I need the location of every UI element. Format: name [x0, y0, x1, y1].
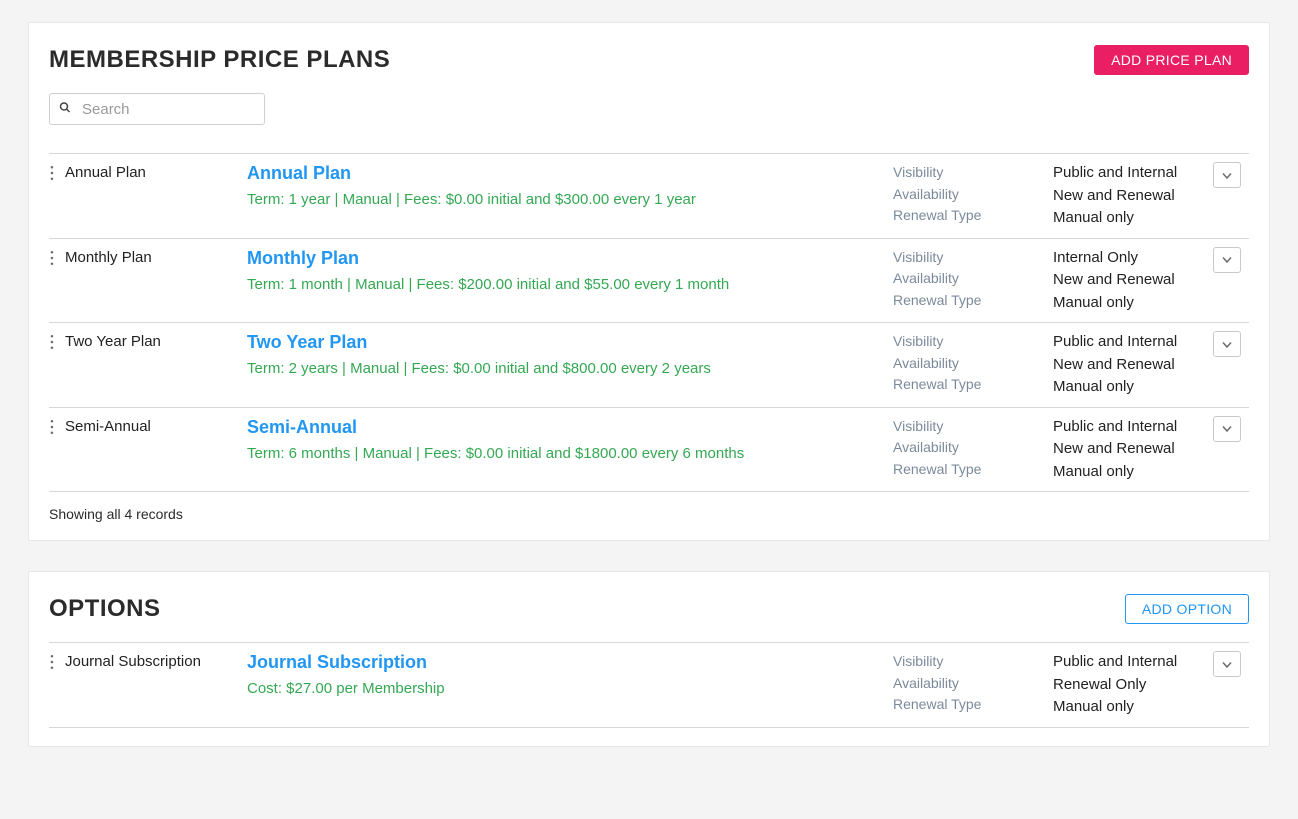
row-values: Public and InternalNew and RenewalManual…	[1053, 331, 1213, 399]
label-availability: Availability	[893, 268, 1053, 290]
list-item: Two Year PlanTwo Year PlanTerm: 2 years …	[49, 322, 1249, 407]
label-renewal: Renewal Type	[893, 694, 1053, 716]
drag-handle-icon[interactable]	[49, 416, 65, 435]
row-link-title[interactable]: Journal Subscription	[247, 651, 427, 674]
panel-title: OPTIONS	[49, 595, 161, 623]
records-count: Showing all 4 records	[49, 506, 1249, 522]
label-renewal: Renewal Type	[893, 459, 1053, 481]
value-availability: New and Renewal	[1053, 354, 1213, 377]
row-actions	[1213, 416, 1249, 442]
drag-handle-icon[interactable]	[49, 247, 65, 266]
row-labels: VisibilityAvailabilityRenewal Type	[893, 651, 1053, 716]
row-labels: VisibilityAvailabilityRenewal Type	[893, 416, 1053, 481]
row-subtitle: Term: 1 year | Manual | Fees: $0.00 init…	[247, 191, 696, 208]
label-visibility: Visibility	[893, 416, 1053, 438]
row-values: Public and InternalNew and RenewalManual…	[1053, 416, 1213, 484]
chevron-down-icon	[1222, 251, 1232, 268]
row-actions	[1213, 247, 1249, 273]
label-visibility: Visibility	[893, 247, 1053, 269]
row-subtitle: Term: 2 years | Manual | Fees: $0.00 ini…	[247, 360, 711, 377]
list-item: Annual PlanAnnual PlanTerm: 1 year | Man…	[49, 153, 1249, 238]
add-option-button[interactable]: ADD OPTION	[1125, 594, 1249, 624]
list-item: Journal SubscriptionJournal Subscription…	[49, 642, 1249, 728]
row-link-title[interactable]: Semi-Annual	[247, 416, 357, 439]
label-availability: Availability	[893, 184, 1053, 206]
value-renewal: Manual only	[1053, 461, 1213, 484]
label-availability: Availability	[893, 353, 1053, 375]
value-renewal: Manual only	[1053, 376, 1213, 399]
label-renewal: Renewal Type	[893, 205, 1053, 227]
row-main: Annual Plan Term: 1 year | Manual | Fees:…	[247, 162, 893, 210]
row-actions-dropdown[interactable]	[1213, 162, 1241, 188]
row-link-title[interactable]: Annual Plan	[247, 162, 351, 185]
value-renewal: Manual only	[1053, 696, 1213, 719]
row-link-title[interactable]: Two Year Plan	[247, 331, 367, 354]
label-renewal: Renewal Type	[893, 290, 1053, 312]
value-renewal: Manual only	[1053, 207, 1213, 230]
row-actions-dropdown[interactable]	[1213, 651, 1241, 677]
row-main: Semi-Annual Term: 6 months | Manual | Fee…	[247, 416, 893, 464]
row-actions-dropdown[interactable]	[1213, 416, 1241, 442]
row-values: Public and InternalNew and RenewalManual…	[1053, 162, 1213, 230]
value-availability: Renewal Only	[1053, 674, 1213, 697]
row-actions	[1213, 162, 1249, 188]
drag-handle-icon[interactable]	[49, 162, 65, 181]
chevron-down-icon	[1222, 656, 1232, 673]
panel-header: MEMBERSHIP PRICE PLANS ADD PRICE PLAN	[49, 23, 1249, 75]
label-availability: Availability	[893, 437, 1053, 459]
label-availability: Availability	[893, 673, 1053, 695]
panel-header: OPTIONS ADD OPTION	[49, 572, 1249, 624]
row-values: Internal OnlyNew and RenewalManual only	[1053, 247, 1213, 315]
row-name: Journal Subscription	[65, 651, 247, 670]
label-visibility: Visibility	[893, 651, 1053, 673]
row-subtitle: Term: 6 months | Manual | Fees: $0.00 in…	[247, 445, 744, 462]
row-name: Two Year Plan	[65, 331, 247, 350]
row-subtitle: Cost: $27.00 per Membership	[247, 680, 445, 697]
row-actions-dropdown[interactable]	[1213, 331, 1241, 357]
add-price-plan-button[interactable]: ADD PRICE PLAN	[1094, 45, 1249, 75]
value-visibility: Public and Internal	[1053, 416, 1213, 439]
row-name: Semi-Annual	[65, 416, 247, 435]
drag-handle-icon[interactable]	[49, 651, 65, 670]
value-visibility: Internal Only	[1053, 247, 1213, 270]
row-main: Monthly Plan Term: 1 month | Manual | Fee…	[247, 247, 893, 295]
value-visibility: Public and Internal	[1053, 651, 1213, 674]
drag-handle-icon[interactable]	[49, 331, 65, 350]
value-availability: New and Renewal	[1053, 438, 1213, 461]
row-name: Monthly Plan	[65, 247, 247, 266]
list-item: Monthly PlanMonthly PlanTerm: 1 month | …	[49, 238, 1249, 323]
chevron-down-icon	[1222, 336, 1232, 353]
label-visibility: Visibility	[893, 331, 1053, 353]
search-wrap	[49, 93, 1249, 125]
chevron-down-icon	[1222, 167, 1232, 184]
row-link-title[interactable]: Monthly Plan	[247, 247, 359, 270]
row-labels: VisibilityAvailabilityRenewal Type	[893, 162, 1053, 227]
row-actions	[1213, 331, 1249, 357]
price-plans-panel: MEMBERSHIP PRICE PLANS ADD PRICE PLAN An…	[28, 22, 1270, 541]
label-renewal: Renewal Type	[893, 374, 1053, 396]
search-input[interactable]	[49, 93, 265, 125]
chevron-down-icon	[1222, 420, 1232, 437]
search-icon	[59, 102, 71, 117]
row-labels: VisibilityAvailabilityRenewal Type	[893, 331, 1053, 396]
value-visibility: Public and Internal	[1053, 331, 1213, 354]
panel-title: MEMBERSHIP PRICE PLANS	[49, 46, 390, 74]
row-actions-dropdown[interactable]	[1213, 247, 1241, 273]
row-name: Annual Plan	[65, 162, 247, 181]
options-panel: OPTIONS ADD OPTION Journal SubscriptionJ…	[28, 571, 1270, 747]
value-availability: New and Renewal	[1053, 185, 1213, 208]
value-visibility: Public and Internal	[1053, 162, 1213, 185]
label-visibility: Visibility	[893, 162, 1053, 184]
value-renewal: Manual only	[1053, 292, 1213, 315]
row-main: Journal Subscription Cost: $27.00 per Mem…	[247, 651, 893, 699]
list-item: Semi-AnnualSemi-AnnualTerm: 6 months | M…	[49, 407, 1249, 493]
row-main: Two Year Plan Term: 2 years | Manual | Fe…	[247, 331, 893, 379]
row-actions	[1213, 651, 1249, 677]
row-values: Public and InternalRenewal OnlyManual on…	[1053, 651, 1213, 719]
row-labels: VisibilityAvailabilityRenewal Type	[893, 247, 1053, 312]
value-availability: New and Renewal	[1053, 269, 1213, 292]
row-subtitle: Term: 1 month | Manual | Fees: $200.00 i…	[247, 276, 729, 293]
